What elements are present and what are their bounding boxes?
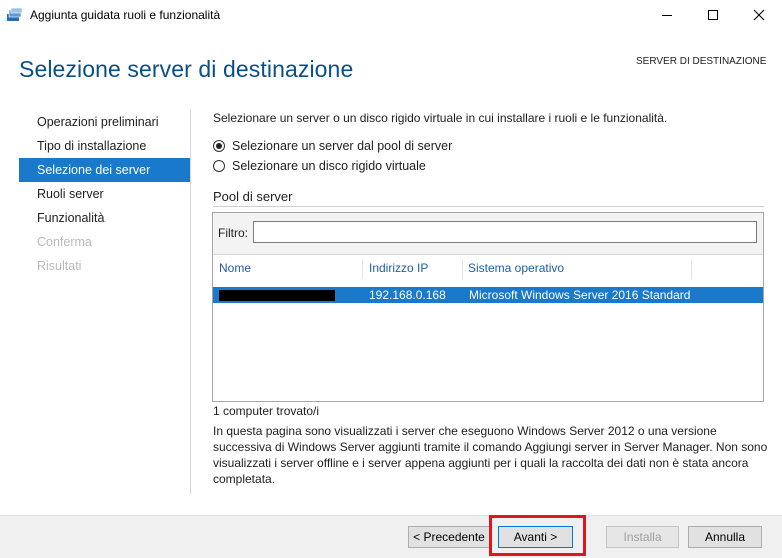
cancel-button[interactable]: Annulla xyxy=(688,526,762,548)
column-divider xyxy=(691,259,692,279)
highlight-box xyxy=(489,515,586,556)
close-button[interactable] xyxy=(736,0,782,30)
description-text: In questa pagina sono visualizzati i ser… xyxy=(213,424,768,486)
minimize-button[interactable] xyxy=(644,0,690,30)
column-header-ip[interactable]: Indirizzo IP xyxy=(363,259,462,279)
maximize-icon xyxy=(708,10,718,20)
window-title: Aggiunta guidata ruoli e funzionalità xyxy=(30,8,221,22)
filter-input[interactable] xyxy=(253,221,757,243)
radio-virtual-disk[interactable] xyxy=(213,160,225,172)
redacted-server-name xyxy=(219,290,335,301)
server-manager-icon xyxy=(7,8,23,21)
minimize-icon xyxy=(662,15,672,16)
radio-server-pool[interactable] xyxy=(213,140,225,152)
option-server-pool-label: Selezionare un server dal pool di server xyxy=(232,139,453,153)
close-icon xyxy=(753,9,765,21)
column-header-os[interactable]: Sistema operativo xyxy=(462,259,691,279)
install-button: Installa xyxy=(606,526,679,548)
nav-item-tipo-installazione[interactable]: Tipo di installazione xyxy=(19,134,190,158)
pool-title-underline xyxy=(213,206,764,207)
maximize-button[interactable] xyxy=(690,0,736,30)
option-server-pool[interactable]: Selezionare un server dal pool di server xyxy=(213,138,452,154)
column-header-nome[interactable]: Nome xyxy=(213,259,363,279)
computers-found-count: 1 computer trovato/i xyxy=(213,404,320,418)
filter-label: Filtro: xyxy=(218,226,248,240)
cell-ip: 192.168.0.168 xyxy=(369,288,446,302)
nav-item-selezione-server[interactable]: Selezione dei server xyxy=(19,158,190,182)
option-virtual-disk[interactable]: Selezionare un disco rigido virtuale xyxy=(213,158,426,174)
intro-text: Selezionare un server o un disco rigido … xyxy=(213,111,668,125)
nav-item-ruoli-server[interactable]: Ruoli server xyxy=(19,182,190,206)
back-button[interactable]: < Precedente xyxy=(408,526,490,548)
nav-item-funzionalita[interactable]: Funzionalità xyxy=(19,206,190,230)
nav-item-conferma: Conferma xyxy=(37,235,92,249)
wizard-nav: Operazioni preliminari Tipo di installaz… xyxy=(19,110,190,278)
nav-divider xyxy=(190,110,191,494)
page-title: Selezione server di destinazione xyxy=(19,56,354,82)
nav-item-operazioni-preliminari[interactable]: Operazioni preliminari xyxy=(19,110,190,134)
pool-title: Pool di server xyxy=(213,189,293,204)
cell-os: Microsoft Windows Server 2016 Standard xyxy=(469,288,691,302)
nav-item-risultati: Risultati xyxy=(37,259,82,273)
destination-server-label: SERVER DI DESTINAZIONE xyxy=(636,56,767,67)
option-virtual-disk-label: Selezionare un disco rigido virtuale xyxy=(232,159,426,173)
